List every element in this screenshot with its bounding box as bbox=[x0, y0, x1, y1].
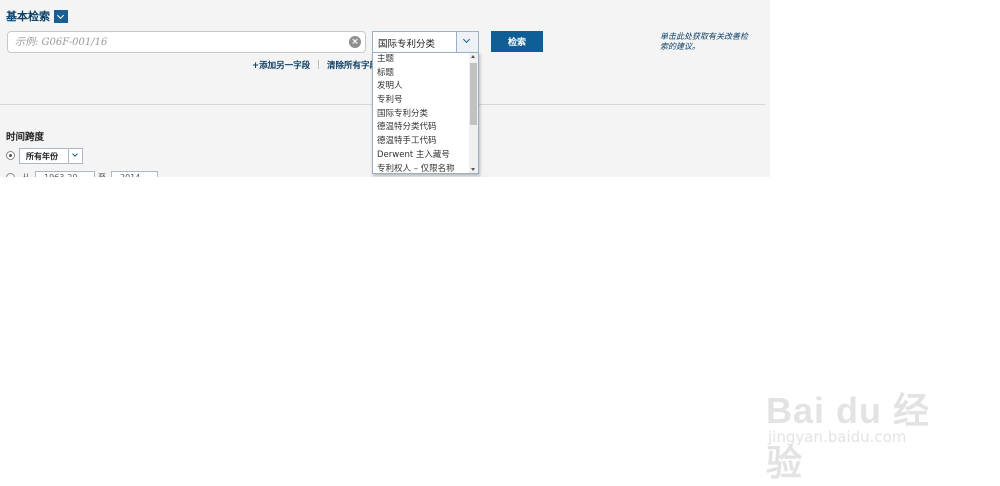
field-links: +添加另一字段 | 清除所有字段 bbox=[252, 59, 378, 71]
dropdown-option[interactable]: 德温特分类代码 bbox=[373, 121, 478, 135]
range-to-select[interactable]: 2014 bbox=[111, 171, 158, 177]
range-from-label: 从 bbox=[22, 172, 30, 177]
all-years-radio[interactable] bbox=[6, 151, 15, 160]
range-to-value: 2014 bbox=[120, 173, 140, 177]
dropdown-option[interactable]: 国际专利分类 bbox=[373, 108, 478, 122]
add-field-link[interactable]: +添加另一字段 bbox=[252, 59, 310, 71]
dropdown-option[interactable]: 发明人 bbox=[373, 80, 478, 94]
timespan-label: 时间跨度 bbox=[6, 132, 45, 143]
scroll-thumb[interactable] bbox=[470, 63, 477, 125]
scroll-up-icon[interactable] bbox=[471, 55, 475, 58]
field-type-selected: 国际专利分类 bbox=[378, 39, 436, 50]
watermark: Bai du 经验 jingyan.baidu.com bbox=[766, 360, 956, 483]
dropdown-option[interactable]: 主题 bbox=[373, 53, 478, 67]
dropdown-option[interactable]: Derwent 主入藏号 bbox=[373, 149, 478, 163]
scroll-down-icon[interactable] bbox=[471, 168, 475, 171]
search-input[interactable] bbox=[8, 32, 345, 52]
dropdown-option[interactable]: 专利号 bbox=[373, 94, 478, 108]
dropdown-option[interactable]: 德温特手工代码 bbox=[373, 135, 478, 149]
search-panel: 基本检索 × 国际专利分类 检索 单击此处获取有关改善检索的建议。 +添加另一字… bbox=[0, 0, 770, 177]
title-row: 基本检索 bbox=[6, 8, 68, 24]
dropdown-scrollbar[interactable] bbox=[469, 53, 478, 173]
all-years-value: 所有年份 bbox=[26, 152, 58, 161]
search-help-link[interactable]: 单击此处获取有关改善检索的建议。 bbox=[660, 32, 750, 52]
search-field: × bbox=[7, 31, 366, 53]
link-separator: | bbox=[317, 60, 320, 70]
chevron-down-icon[interactable] bbox=[68, 149, 82, 163]
dropdown-option[interactable]: 专利权人 – 仅限名称 bbox=[373, 163, 478, 174]
clear-icon[interactable]: × bbox=[349, 36, 361, 48]
chevron-down-icon[interactable] bbox=[456, 32, 478, 53]
chevron-down-icon[interactable] bbox=[54, 9, 68, 23]
clear-fields-link[interactable]: 清除所有字段 bbox=[327, 59, 378, 71]
year-range-radio[interactable] bbox=[6, 173, 15, 177]
range-from-select[interactable]: 1963-20 bbox=[35, 171, 95, 177]
option-list: 主题 标题 发明人 专利号 国际专利分类 德温特分类代码 德温特手工代码 Derwent 主入… bbox=[373, 53, 478, 174]
dropdown-option[interactable]: 标题 bbox=[373, 67, 478, 81]
search-button[interactable]: 检索 bbox=[491, 31, 543, 52]
field-type-dropdown: 主题 标题 发明人 专利号 国际专利分类 德温特分类代码 德温特手工代码 Derwent 主入… bbox=[372, 52, 479, 174]
range-to-label: 至 bbox=[98, 172, 106, 177]
page-title: 基本检索 bbox=[6, 10, 50, 23]
range-from-value: 1963-20 bbox=[44, 173, 77, 177]
watermark-url: jingyan.baidu.com bbox=[768, 428, 907, 446]
all-years-select[interactable]: 所有年份 bbox=[19, 148, 83, 164]
field-type-select[interactable]: 国际专利分类 bbox=[372, 31, 479, 54]
